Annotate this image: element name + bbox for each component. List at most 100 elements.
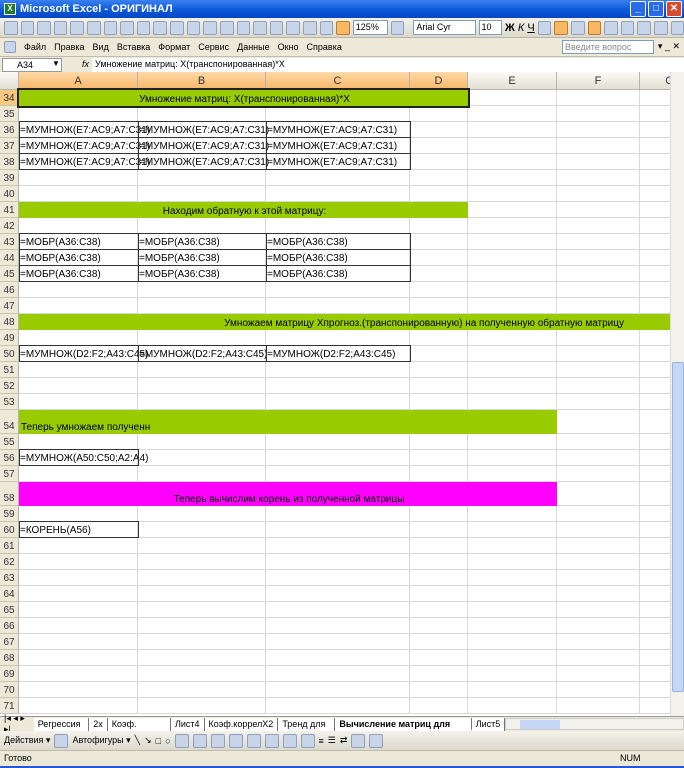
sheet-tab-3[interactable]: Коэф. коррел.1 [107,717,171,742]
cell-C64[interactable] [266,586,410,602]
column-header-G[interactable]: G [640,72,670,90]
cell-A46[interactable] [19,282,138,298]
save-icon[interactable] [37,20,51,35]
cell-C57[interactable] [266,466,410,482]
cell-B39[interactable] [138,170,266,186]
cell-E57[interactable] [468,466,557,482]
cell-F65[interactable] [557,602,640,618]
cell-A50[interactable]: =МУМНОЖ(D2:F2;A43:C45) [19,346,148,362]
row-header-68[interactable]: 68 [0,650,19,666]
cell-A67[interactable] [19,634,138,650]
cell-C38[interactable]: =МУМНОЖ(E7:AC9;A7:C31) [266,154,410,170]
cell-G35[interactable] [640,106,670,122]
cell-C47[interactable] [266,298,410,314]
cell-C45[interactable]: =МОБР(A36:C38) [266,266,410,282]
cell-D55[interactable] [410,434,468,450]
cell-D64[interactable] [410,586,468,602]
cell-B64[interactable] [138,586,266,602]
help-search-input[interactable]: Введите вопрос [562,40,654,54]
underline-button[interactable]: Ч [527,22,534,34]
redo-icon[interactable] [236,20,251,35]
cell-C39[interactable] [266,170,410,186]
fill-color-icon[interactable] [653,20,668,35]
cell-E35[interactable] [468,106,557,122]
cell-D61[interactable] [410,538,468,554]
font-color-icon[interactable] [670,20,684,35]
cell-G62[interactable] [640,554,670,570]
cell-F64[interactable] [557,586,640,602]
close-button[interactable]: ✕ [666,1,682,17]
row-header-63[interactable]: 63 [0,570,19,586]
cell-E61[interactable] [468,538,557,554]
cell-B36[interactable]: =МУМНОЖ(E7:AC9;A7:C31) [138,122,269,138]
cell-E47[interactable] [468,298,557,314]
diagram-icon[interactable] [210,733,225,748]
cell-C68[interactable] [266,650,410,666]
research-icon[interactable] [136,20,151,35]
preview-icon[interactable] [103,20,118,35]
cell-F60[interactable] [557,522,640,538]
new-icon[interactable] [4,20,18,35]
row-header-56[interactable]: 56 [0,450,19,466]
name-box-dropdown-icon[interactable]: ▼ [52,59,60,68]
row-header-71[interactable]: 71 [0,698,19,714]
cell-C65[interactable] [266,602,410,618]
cell-B38[interactable]: =МУМНОЖ(E7:AC9;A7:C31) [138,154,269,170]
cell-E43[interactable] [468,234,557,250]
row-header-42[interactable]: 42 [0,218,19,234]
row-header-65[interactable]: 65 [0,602,19,618]
cell-F42[interactable] [557,218,640,234]
dash-style-icon[interactable]: ☰ [328,735,336,746]
row-header-61[interactable]: 61 [0,538,19,554]
merged-header-58[interactable]: Теперь вычислим корень из полученной мат… [19,482,557,506]
cell-C40[interactable] [266,186,410,202]
cell-G50[interactable] [640,346,670,362]
cell-G47[interactable] [640,298,670,314]
cell-G37[interactable] [640,138,670,154]
cell-B50[interactable]: =МУМНОЖ(D2:F2;A43:C45) [138,346,267,362]
cell-F38[interactable] [557,154,640,170]
cell-D39[interactable] [410,170,468,186]
row-header-53[interactable]: 53 [0,394,19,410]
cell-B60[interactable] [138,522,266,538]
cell-B62[interactable] [138,554,266,570]
cell-A35[interactable] [19,106,138,122]
row-header-55[interactable]: 55 [0,434,19,450]
permission-icon[interactable] [53,20,68,35]
picture-icon[interactable] [246,733,261,748]
cell-E34[interactable] [468,90,557,106]
row-header-58[interactable]: 58 [0,482,19,506]
cell-F51[interactable] [557,362,640,378]
cell-G64[interactable] [640,586,670,602]
menu-edit[interactable]: Правка [54,42,84,52]
cell-G66[interactable] [640,618,670,634]
cell-D49[interactable] [410,330,468,346]
menu-help[interactable]: Справка [307,42,342,52]
cell-D52[interactable] [410,378,468,394]
cell-G71[interactable] [640,698,670,714]
merged-header-48[interactable]: Умножаем матрицу Xпрогноз.(транспонирова… [19,314,670,330]
row-header-48[interactable]: 48 [0,314,19,330]
cell-E42[interactable] [468,218,557,234]
cell-D40[interactable] [410,186,468,202]
menu-window[interactable]: Окно [278,42,299,52]
scroll-thumb[interactable] [520,720,561,729]
cell-A47[interactable] [19,298,138,314]
rectangle-icon[interactable]: □ [156,736,161,746]
cell-C62[interactable] [266,554,410,570]
cell-A57[interactable] [19,466,138,482]
fx-icon[interactable]: fx [82,59,89,69]
sheet-tab-2[interactable]: 2х [89,717,108,731]
row-header-43[interactable]: 43 [0,234,19,250]
row-header-34[interactable]: 34 [0,90,19,106]
spreadsheet-grid[interactable]: A B C D E F G 34 Умножение матриц: X(транспониро… [0,72,670,716]
cell-A68[interactable] [19,650,138,666]
cell-F69[interactable] [557,666,640,682]
cell-F35[interactable] [557,106,640,122]
row-header-47[interactable]: 47 [0,298,19,314]
cell-C63[interactable] [266,570,410,586]
cell-F50[interactable] [557,346,640,362]
cell-E46[interactable] [468,282,557,298]
cell-D46[interactable] [410,282,468,298]
cell-G34[interactable] [640,90,670,106]
